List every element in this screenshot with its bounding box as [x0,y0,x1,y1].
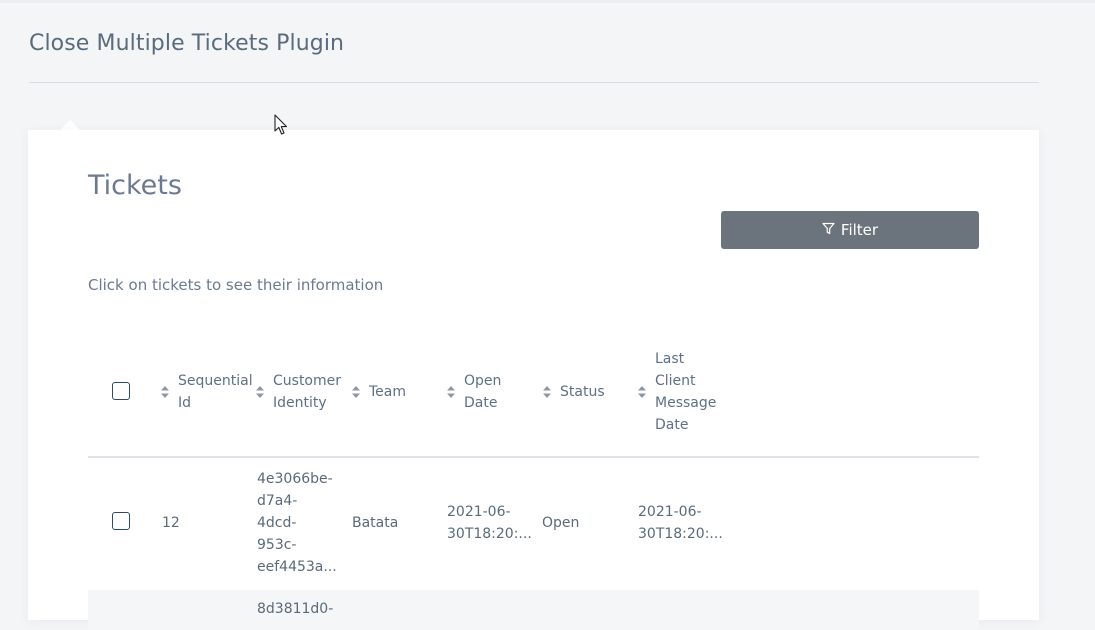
top-border [0,0,1095,3]
tickets-card: Tickets Filter Click on tickets to see t… [28,130,1039,630]
cell-team: Batata [352,515,399,531]
mouse-pointer-icon [274,114,288,140]
filter-button-label: Filter [840,221,879,239]
funnel-icon [822,221,841,239]
sort-arrows-icon [351,385,361,399]
column-sequential-id[interactable]: Sequential Id [160,325,253,458]
sort-arrows-icon [160,385,170,399]
page-title: Close Multiple Tickets Plugin [29,31,345,56]
filter-button[interactable]: Filter [721,211,979,249]
sort-arrows-icon [637,385,647,399]
select-all-checkbox[interactable] [112,382,130,400]
cell-status: Open [542,515,580,531]
column-team[interactable]: Team [351,325,406,458]
cell-open-date: 2021-06- 30T18:20:... [447,504,532,542]
title-divider [29,82,1039,83]
column-open-date[interactable]: Open Date [446,325,501,458]
cell-customer-identity: 4e3066be- d7a4- 4dcd- 953c- eef4453a... [257,471,337,575]
table-row[interactable]: 12 4e3066be- d7a4- 4dcd- 953c- eef4453a.… [88,458,979,590]
cell-last-client-message-date: 2021-06- 30T18:20:... [638,504,723,542]
row-checkbox[interactable] [112,512,130,530]
card-caret [60,120,80,130]
column-label: Last Client Message Date [655,350,717,433]
sort-arrows-icon [255,385,265,399]
column-label: Sequential Id [178,372,253,411]
column-label: Open Date [464,372,502,411]
column-status[interactable]: Status [542,325,605,458]
column-last-client-message-date[interactable]: Last Client Message Date [637,325,716,458]
column-label: Customer Identity [273,372,342,411]
table-row[interactable]: 8d3811d0- [88,590,979,630]
sort-arrows-icon [446,385,456,399]
cell-sequential-id: 12 [162,515,180,531]
tickets-hint: Click on tickets to see their informatio… [88,276,384,294]
card-title: Tickets [88,170,182,201]
sort-arrows-icon [542,385,552,399]
column-customer-identity[interactable]: Customer Identity [255,325,341,458]
tickets-table: Sequential Id Customer Identity Team Ope… [88,325,979,630]
cell-customer-identity: 8d3811d0- [257,601,334,617]
column-label: Team [369,383,407,400]
column-label: Status [560,383,605,400]
table-header: Sequential Id Customer Identity Team Ope… [88,325,979,458]
